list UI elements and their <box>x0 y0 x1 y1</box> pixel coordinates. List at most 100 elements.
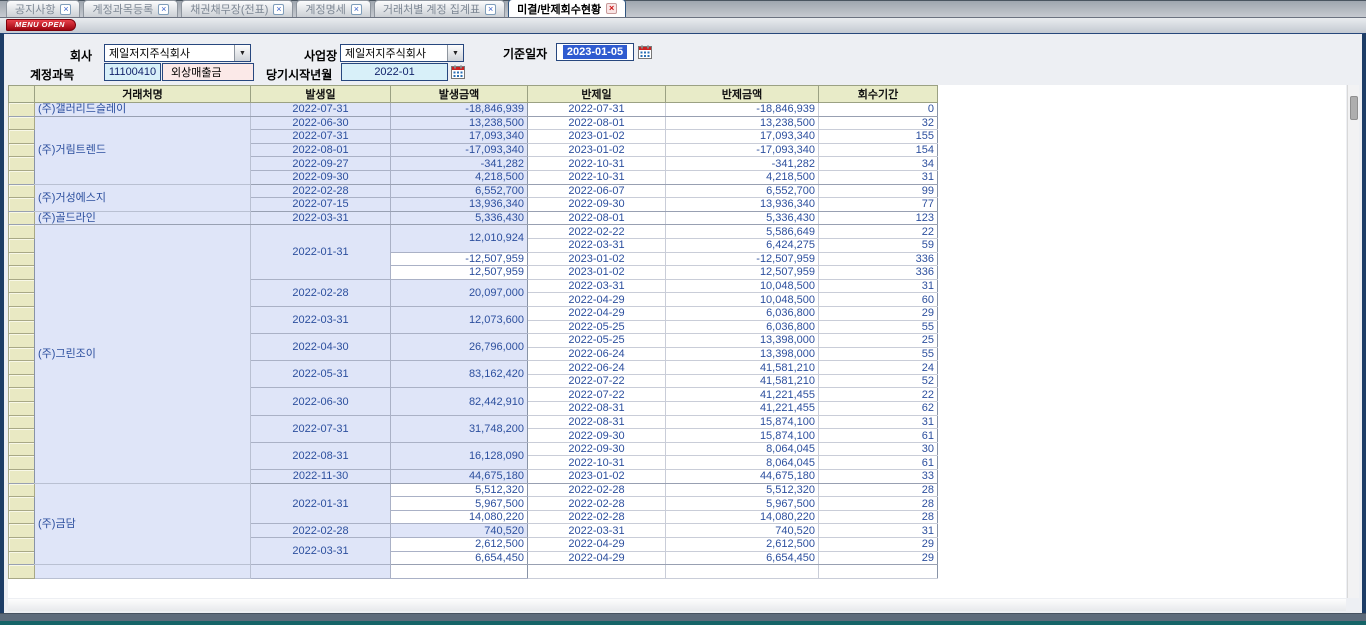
occurrence-amount-cell[interactable]: 12,507,959 <box>391 266 528 280</box>
vertical-scrollbar[interactable] <box>1347 85 1359 598</box>
settlement-amount-cell[interactable]: 6,654,450 <box>666 551 819 565</box>
settlement-date-cell[interactable]: 2022-08-31 <box>528 415 666 429</box>
company-select[interactable]: 제일저지주식회사 ▼ <box>104 44 251 62</box>
settlement-amount-cell[interactable]: 13,398,000 <box>666 334 819 348</box>
collection-days-cell[interactable]: 24 <box>819 361 938 375</box>
occurrence-amount-cell[interactable]: -18,846,939 <box>391 103 528 117</box>
settlement-amount-cell[interactable]: 6,552,700 <box>666 184 819 198</box>
settlement-amount-cell[interactable]: 740,520 <box>666 524 819 538</box>
row-selector-cell[interactable] <box>9 184 35 198</box>
occurrence-date-cell[interactable]: 2022-08-01 <box>251 143 391 157</box>
settlement-amount-cell[interactable]: 15,874,100 <box>666 415 819 429</box>
settlement-date-cell[interactable]: 2022-05-25 <box>528 320 666 334</box>
occurrence-amount-cell[interactable]: 44,675,180 <box>391 470 528 484</box>
settlement-date-cell[interactable]: 2022-10-31 <box>528 157 666 171</box>
row-selector-cell[interactable] <box>9 470 35 484</box>
occurrence-amount-cell[interactable]: 31,748,200 <box>391 415 528 442</box>
occurrence-amount-cell[interactable]: 12,010,924 <box>391 225 528 252</box>
occurrence-amount-cell[interactable]: 14,080,220 <box>391 510 528 524</box>
occurrence-amount-cell[interactable]: 16,128,090 <box>391 442 528 469</box>
occurrence-date-cell[interactable]: 2022-02-28 <box>251 279 391 306</box>
collection-days-cell[interactable]: 55 <box>819 347 938 361</box>
settlement-amount-cell[interactable]: 41,581,210 <box>666 374 819 388</box>
settlement-date-cell[interactable]: 2022-09-30 <box>528 442 666 456</box>
settlement-amount-cell[interactable]: 6,036,800 <box>666 306 819 320</box>
collection-days-cell[interactable]: 25 <box>819 334 938 348</box>
collection-days-cell[interactable]: 55 <box>819 320 938 334</box>
settlement-amount-cell[interactable]: 10,048,500 <box>666 279 819 293</box>
occurrence-amount-cell[interactable]: 5,336,430 <box>391 211 528 225</box>
occurrence-amount-cell[interactable]: 13,238,500 <box>391 116 528 130</box>
tab-1[interactable]: 공지사항× <box>6 0 80 17</box>
row-selector-cell[interactable] <box>9 320 35 334</box>
occurrence-date-cell[interactable]: 2022-05-31 <box>251 361 391 388</box>
occurrence-amount-cell[interactable]: 5,967,500 <box>391 497 528 511</box>
row-selector-cell[interactable] <box>9 157 35 171</box>
customer-name-cell[interactable]: (주)거성에스지 <box>35 184 251 211</box>
settlement-date-cell[interactable]: 2022-02-22 <box>528 225 666 239</box>
tab-5[interactable]: 거래처별 계정 집계표× <box>374 0 505 17</box>
settlement-date-cell[interactable]: 2023-01-02 <box>528 252 666 266</box>
settlement-amount-cell[interactable]: 6,424,275 <box>666 238 819 252</box>
collection-days-cell[interactable]: 31 <box>819 170 938 184</box>
settlement-amount-cell[interactable]: 2,612,500 <box>666 538 819 552</box>
row-selector-cell[interactable] <box>9 388 35 402</box>
collection-days-cell[interactable]: 30 <box>819 442 938 456</box>
row-selector-cell[interactable] <box>9 497 35 511</box>
settlement-amount-cell[interactable]: 8,064,045 <box>666 456 819 470</box>
occurrence-amount-cell[interactable]: 20,097,000 <box>391 279 528 306</box>
settlement-amount-cell[interactable]: 5,512,320 <box>666 483 819 497</box>
settlement-date-cell[interactable]: 2023-01-02 <box>528 470 666 484</box>
row-selector-cell[interactable] <box>9 510 35 524</box>
menu-open-button[interactable]: MENU OPEN <box>6 19 76 31</box>
row-selector-cell[interactable] <box>9 225 35 239</box>
row-selector-cell[interactable] <box>9 456 35 470</box>
occurrence-amount-cell[interactable]: 6,552,700 <box>391 184 528 198</box>
settlement-date-cell[interactable]: 2022-02-28 <box>528 510 666 524</box>
settlement-amount-cell[interactable]: 4,218,500 <box>666 170 819 184</box>
row-selector-cell[interactable] <box>9 130 35 144</box>
settlement-amount-cell[interactable]: 13,398,000 <box>666 347 819 361</box>
horizontal-scrollbar[interactable] <box>8 599 1346 611</box>
settlement-amount-cell[interactable]: 15,874,100 <box>666 429 819 443</box>
collection-days-cell[interactable]: 154 <box>819 143 938 157</box>
settlement-amount-cell[interactable]: 5,586,649 <box>666 225 819 239</box>
collection-days-cell[interactable]: 336 <box>819 266 938 280</box>
occurrence-date-cell[interactable]: 2022-03-31 <box>251 211 391 225</box>
occurrence-date-cell[interactable]: 2022-06-30 <box>251 116 391 130</box>
occurrence-amount-cell[interactable]: 13,936,340 <box>391 198 528 212</box>
settlement-date-cell[interactable]: 2022-07-31 <box>528 103 666 117</box>
settlement-amount-cell[interactable]: 10,048,500 <box>666 293 819 307</box>
close-icon[interactable]: × <box>60 4 71 15</box>
collection-days-cell[interactable]: 28 <box>819 497 938 511</box>
occurrence-date-cell[interactable]: 2022-01-31 <box>251 225 391 279</box>
row-selector-cell[interactable] <box>9 334 35 348</box>
settlement-date-cell[interactable]: 2022-08-31 <box>528 402 666 416</box>
row-selector-cell[interactable] <box>9 429 35 443</box>
collection-days-cell[interactable]: 60 <box>819 293 938 307</box>
settlement-amount-cell[interactable]: 41,581,210 <box>666 361 819 375</box>
occurrence-amount-cell[interactable]: -341,282 <box>391 157 528 171</box>
row-selector-cell[interactable] <box>9 143 35 157</box>
collection-days-cell[interactable]: 29 <box>819 306 938 320</box>
occurrence-amount-cell[interactable]: 12,073,600 <box>391 306 528 333</box>
occurrence-amount-cell[interactable]: 26,796,000 <box>391 334 528 361</box>
settlement-date-cell[interactable]: 2022-06-24 <box>528 361 666 375</box>
customer-name-cell[interactable]: (주)그린조이 <box>35 225 251 483</box>
calendar-icon[interactable] <box>451 65 465 79</box>
site-select[interactable]: 제일저지주식회사 ▼ <box>340 44 464 62</box>
row-selector-cell[interactable] <box>9 170 35 184</box>
settlement-amount-cell[interactable]: 14,080,220 <box>666 510 819 524</box>
occurrence-date-cell[interactable]: 2022-08-31 <box>251 442 391 469</box>
collection-days-cell[interactable]: 123 <box>819 211 938 225</box>
row-selector-cell[interactable] <box>9 266 35 280</box>
collection-days-cell[interactable]: 61 <box>819 456 938 470</box>
settlement-amount-cell[interactable]: -341,282 <box>666 157 819 171</box>
row-selector-cell[interactable] <box>9 361 35 375</box>
collection-days-cell[interactable]: 336 <box>819 252 938 266</box>
occurrence-amount-cell[interactable]: 83,162,420 <box>391 361 528 388</box>
occurrence-amount-cell[interactable] <box>391 565 528 579</box>
collection-days-cell[interactable]: 29 <box>819 538 938 552</box>
row-selector-cell[interactable] <box>9 198 35 212</box>
occurrence-date-cell[interactable]: 2022-02-28 <box>251 524 391 538</box>
